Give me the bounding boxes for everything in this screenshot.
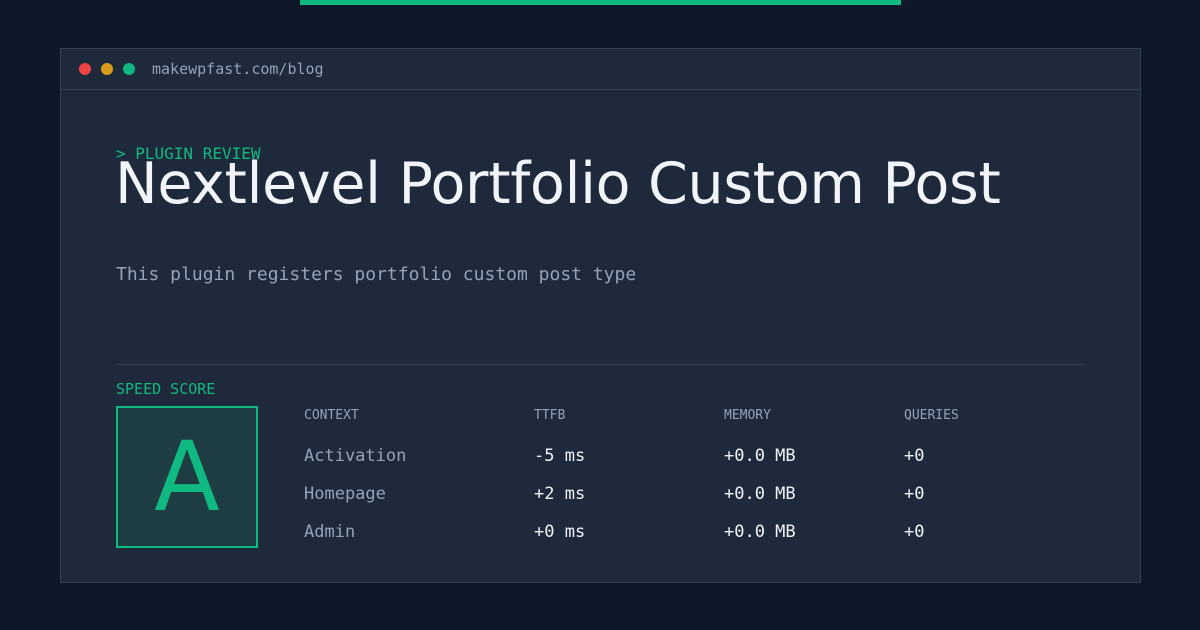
row-activation-context: Activation [304, 446, 407, 466]
row-homepage-queries: +0 [904, 484, 925, 504]
speed-score-badge: A [116, 406, 258, 548]
window-titlebar: makewpfast.com/blog [61, 49, 1140, 90]
row-homepage-context: Homepage [304, 484, 386, 504]
maximize-window-dot-icon[interactable] [123, 63, 135, 75]
minimize-window-dot-icon[interactable] [101, 63, 113, 75]
row-admin-memory: +0.0 MB [724, 522, 796, 542]
speed-score-label: SPEED SCORE [116, 380, 216, 398]
row-admin-ttfb: +0 ms [534, 522, 586, 542]
row-admin-context: Admin [304, 522, 356, 542]
top-accent-bar [300, 0, 901, 5]
page-title: Nextlevel Portfolio Custom Post [115, 151, 1001, 217]
plugin-description: This plugin registers portfolio custom p… [116, 264, 637, 285]
row-activation-queries: +0 [904, 446, 925, 466]
column-header-queries: QUERIES [904, 408, 959, 423]
row-activation-ttfb: -5 ms [534, 446, 586, 466]
close-window-dot-icon[interactable] [79, 63, 91, 75]
speed-score-grade: A [154, 421, 220, 533]
browser-window: makewpfast.com/blog > PLUGIN REVIEW Next… [60, 48, 1141, 583]
row-homepage-memory: +0.0 MB [724, 484, 796, 504]
column-header-memory: MEMORY [724, 408, 771, 423]
column-header-context: CONTEXT [304, 408, 359, 423]
section-divider [116, 364, 1085, 365]
column-header-ttfb: TTFB [534, 408, 566, 423]
address-url: makewpfast.com/blog [152, 60, 324, 78]
row-admin-queries: +0 [904, 522, 925, 542]
row-homepage-ttfb: +2 ms [534, 484, 586, 504]
row-activation-memory: +0.0 MB [724, 446, 796, 466]
